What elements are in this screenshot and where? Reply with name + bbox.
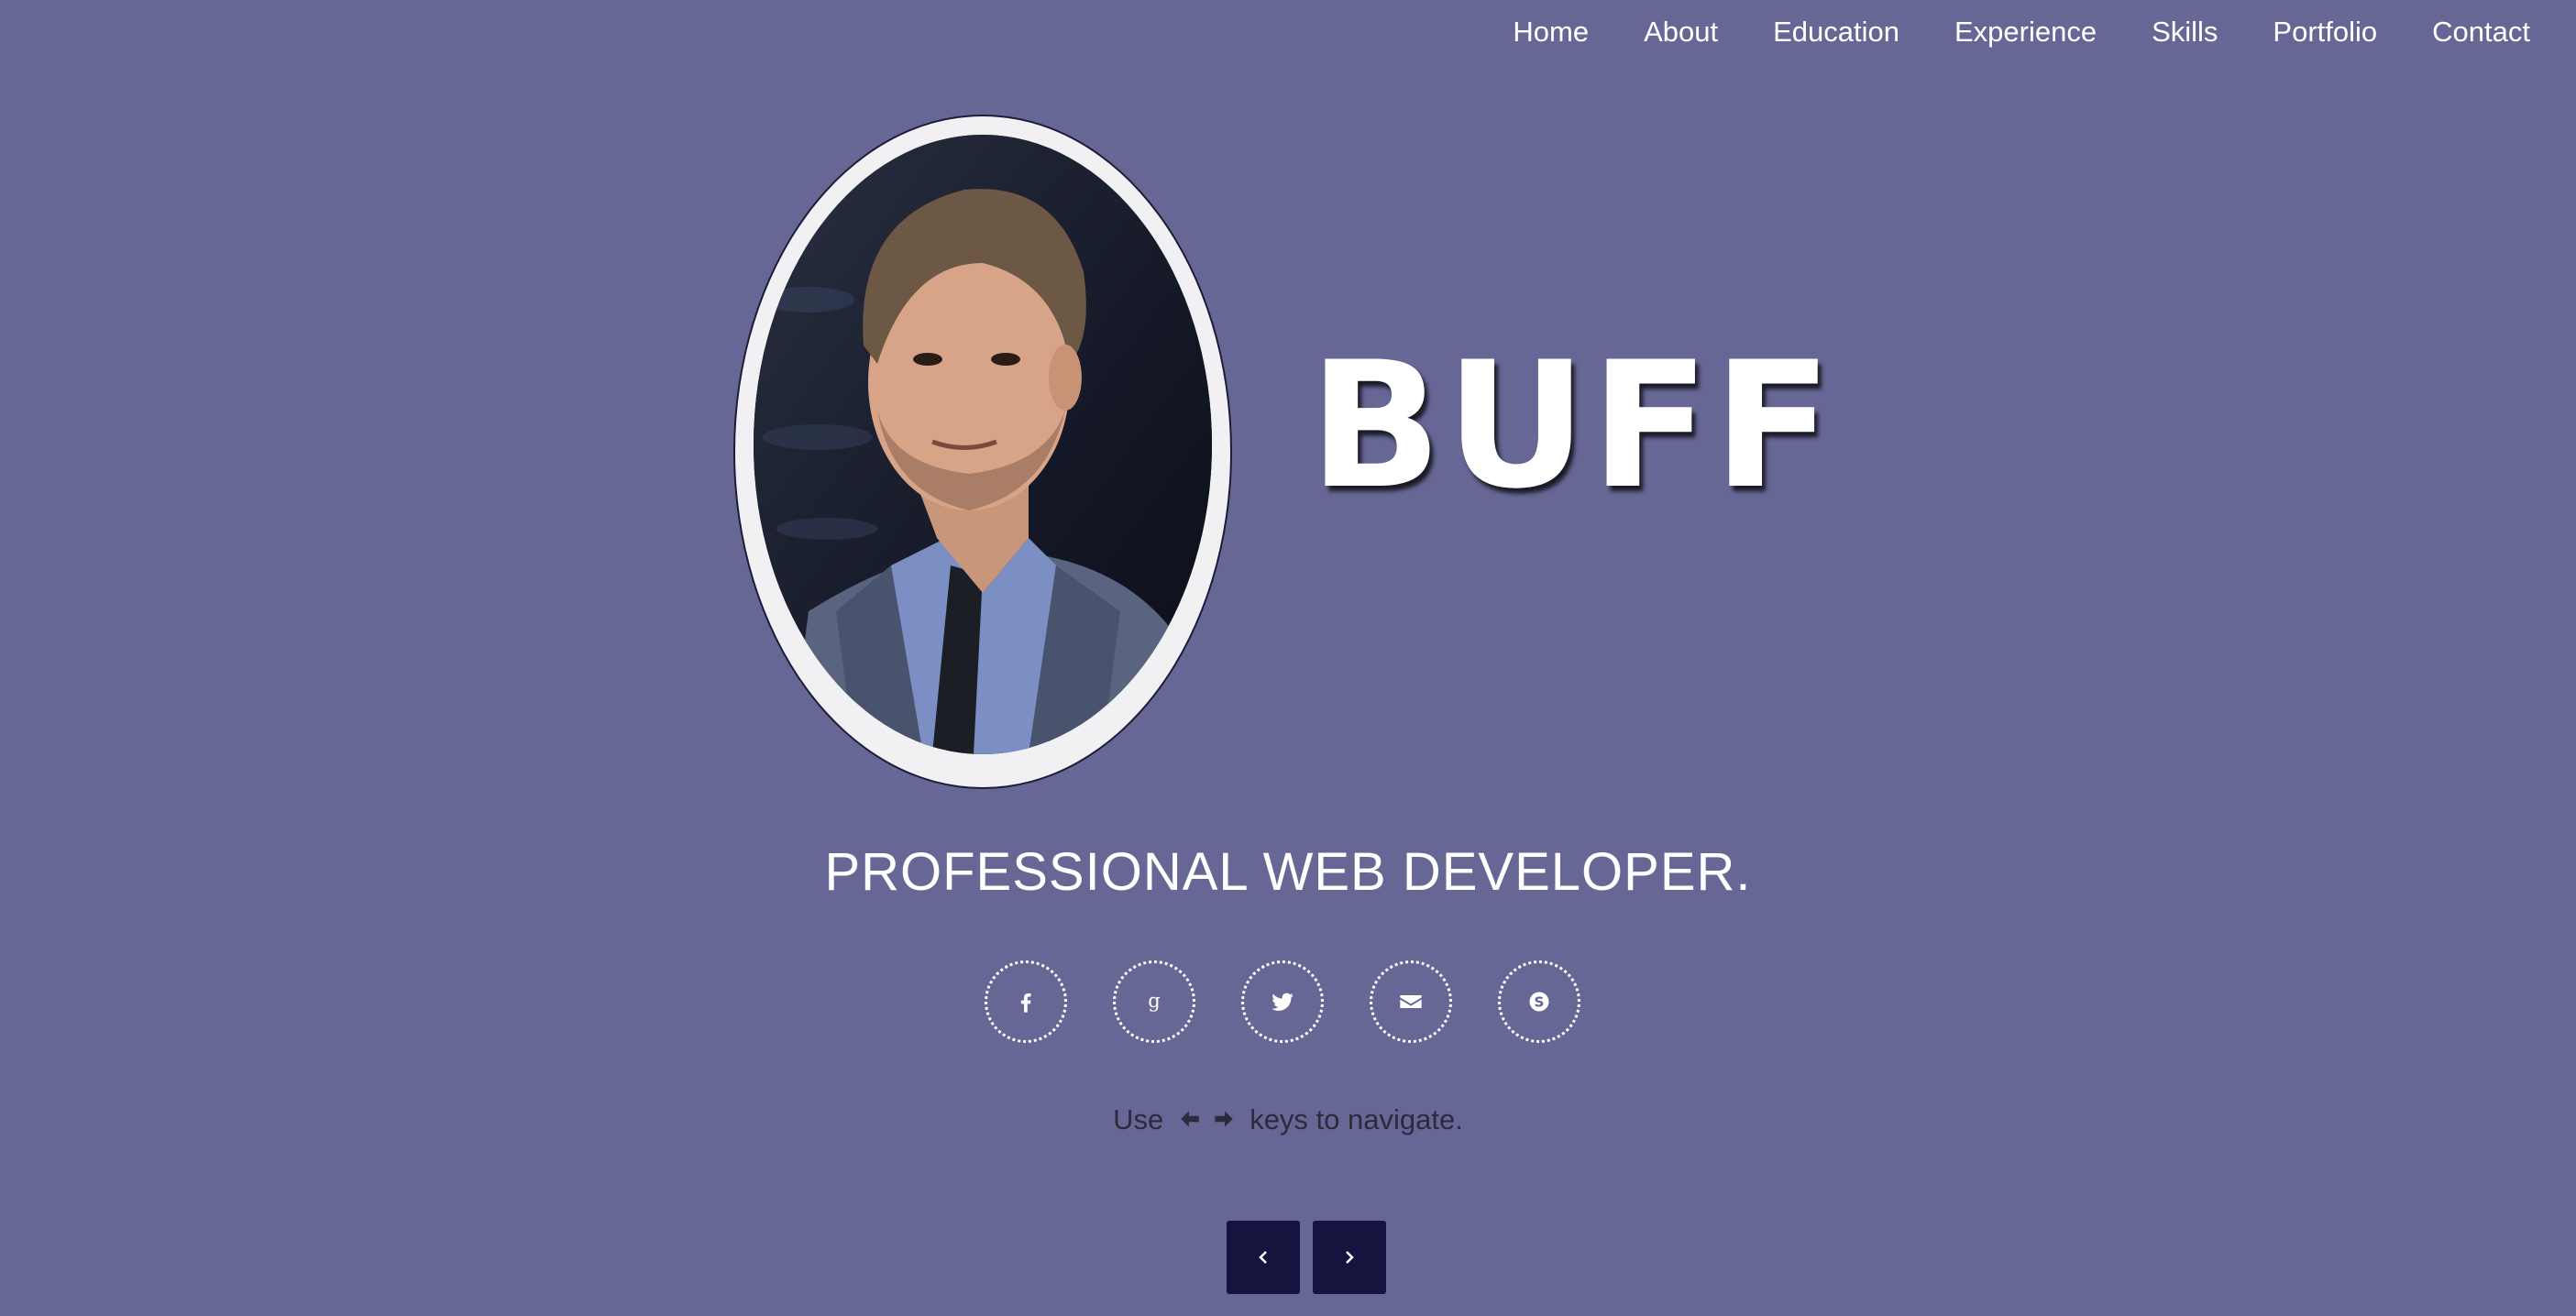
nav-experience[interactable]: Experience [1954,16,2097,49]
profile-photo [754,135,1212,754]
profile-portrait-frame [733,115,1232,789]
google-icon: g [1148,990,1160,1012]
nav-portfolio[interactable]: Portfolio [2273,16,2377,49]
google-link[interactable]: g [1113,960,1195,1043]
twitter-link[interactable] [1241,960,1324,1043]
svg-text:g: g [1148,990,1160,1012]
svg-text:S: S [1535,993,1545,1010]
prev-slide-button[interactable] [1227,1221,1300,1294]
page-tagline: PROFESSIONAL WEB DEVELOPER. [824,842,1752,902]
arrow-right-icon [1214,1111,1233,1127]
hint-prefix: Use [1113,1103,1164,1135]
arrow-left-icon [1181,1111,1199,1127]
nav-contact[interactable]: Contact [2432,16,2530,49]
nav-education[interactable]: Education [1773,16,1899,49]
portrait-photo-illustration [754,135,1212,754]
nav-about[interactable]: About [1644,16,1718,49]
site-logo: BUFF [1309,324,1836,527]
skype-icon: S [1529,992,1549,1012]
email-icon [1400,995,1422,1008]
hint-arrow-keys [1177,1105,1237,1138]
nav-skills[interactable]: Skills [2152,16,2218,49]
chevron-left-icon [1259,1251,1267,1264]
main-nav: Home About Education Experience Skills P… [1513,0,2530,64]
navigation-hint: Use keys to navigate. [0,1103,2576,1138]
skype-link[interactable]: S [1498,960,1580,1043]
facebook-link[interactable] [985,960,1067,1043]
chevron-right-icon [1346,1251,1354,1264]
hint-suffix: keys to navigate. [1249,1103,1463,1135]
next-slide-button[interactable] [1313,1221,1386,1294]
slide-pager [1227,1221,1386,1294]
social-links: g S [985,960,1580,1043]
twitter-icon [1271,992,1294,1011]
facebook-icon [1020,993,1031,1013]
nav-home[interactable]: Home [1513,16,1589,49]
email-link[interactable] [1370,960,1452,1043]
